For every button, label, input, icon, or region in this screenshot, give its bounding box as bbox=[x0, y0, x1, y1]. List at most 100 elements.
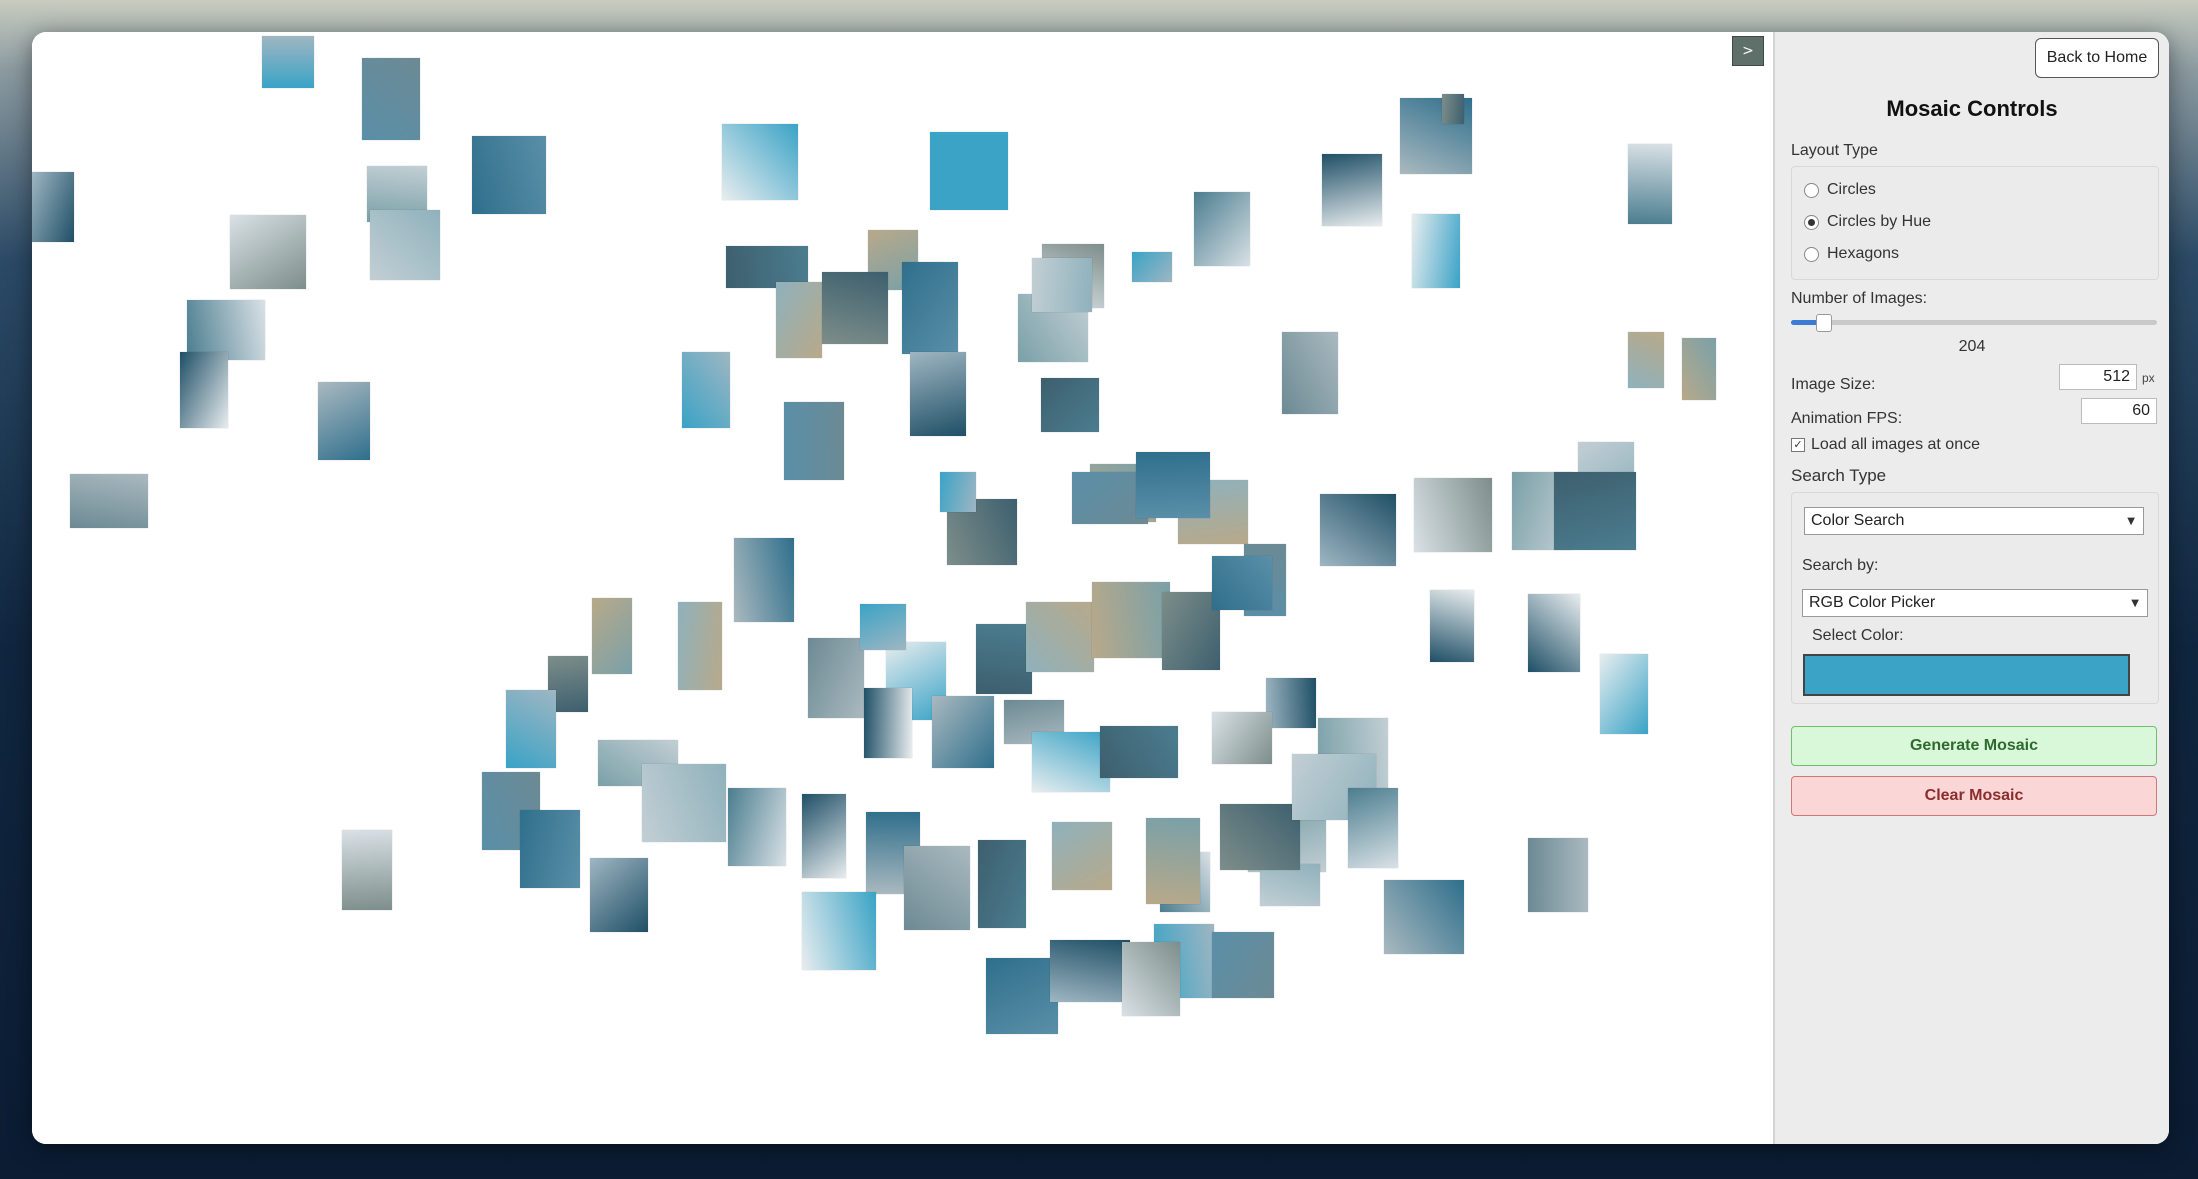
mosaic-thumbnail[interactable] bbox=[187, 300, 265, 360]
mosaic-thumbnail[interactable] bbox=[1266, 678, 1316, 728]
mosaic-thumbnail[interactable] bbox=[978, 840, 1026, 928]
mosaic-thumbnail[interactable] bbox=[940, 472, 976, 512]
slider-thumb[interactable] bbox=[1816, 314, 1833, 332]
mosaic-thumbnail[interactable] bbox=[860, 604, 906, 650]
mosaic-thumbnail[interactable] bbox=[1026, 602, 1094, 672]
load-all-checkbox-row[interactable]: ✓ Load all images at once bbox=[1791, 436, 1980, 454]
mosaic-thumbnail[interactable] bbox=[1430, 590, 1474, 662]
mosaic-thumbnail[interactable] bbox=[932, 696, 994, 768]
mosaic-thumbnail[interactable] bbox=[976, 624, 1032, 694]
mosaic-thumbnail[interactable] bbox=[370, 210, 440, 280]
panel-toggle-button[interactable]: > bbox=[1732, 36, 1764, 66]
mosaic-thumbnail[interactable] bbox=[822, 272, 888, 344]
layout-option-hexagons[interactable]: Hexagons bbox=[1804, 245, 1899, 263]
mosaic-thumbnail[interactable] bbox=[910, 352, 966, 436]
mosaic-thumbnail[interactable] bbox=[1554, 472, 1636, 550]
load-all-checkbox[interactable]: ✓ bbox=[1791, 438, 1805, 452]
mosaic-canvas[interactable] bbox=[32, 32, 1773, 1144]
mosaic-thumbnail[interactable] bbox=[734, 538, 794, 622]
mosaic-thumbnail[interactable] bbox=[362, 58, 420, 140]
mosaic-thumbnail[interactable] bbox=[1320, 494, 1396, 566]
mosaic-thumbnail[interactable] bbox=[472, 136, 546, 214]
radio-circles-by-hue[interactable] bbox=[1804, 214, 1819, 230]
color-picker-swatch[interactable] bbox=[1803, 654, 2130, 696]
mosaic-thumbnail[interactable] bbox=[1212, 556, 1272, 610]
mosaic-thumbnail[interactable] bbox=[1412, 214, 1460, 288]
mosaic-thumbnail[interactable] bbox=[1384, 880, 1464, 954]
mosaic-thumbnail[interactable] bbox=[1194, 192, 1250, 266]
mosaic-thumbnail[interactable] bbox=[1322, 154, 1382, 226]
search-type-select[interactable]: Color Search ▼ bbox=[1804, 507, 2144, 535]
mosaic-thumbnail[interactable] bbox=[590, 858, 648, 932]
mosaic-thumbnail[interactable] bbox=[1122, 942, 1180, 1016]
mosaic-thumbnail[interactable] bbox=[1146, 818, 1200, 904]
layout-option-label: Circles by Hue bbox=[1827, 213, 1932, 230]
mosaic-thumbnail[interactable] bbox=[1414, 478, 1492, 552]
mosaic-thumbnail[interactable] bbox=[1132, 252, 1172, 282]
mosaic-thumbnail[interactable] bbox=[808, 638, 864, 718]
fps-input[interactable] bbox=[2081, 398, 2157, 424]
mosaic-thumbnail[interactable] bbox=[776, 282, 822, 358]
mosaic-thumbnail[interactable] bbox=[1628, 144, 1672, 224]
mosaic-thumbnail[interactable] bbox=[864, 688, 912, 758]
mosaic-thumbnail[interactable] bbox=[1032, 258, 1092, 312]
mosaic-thumbnail[interactable] bbox=[986, 958, 1058, 1034]
chevron-down-icon: ▼ bbox=[2131, 598, 2139, 609]
mosaic-thumbnail[interactable] bbox=[1628, 332, 1664, 388]
mosaic-thumbnail[interactable] bbox=[728, 788, 786, 866]
mosaic-thumbnail[interactable] bbox=[1282, 332, 1338, 414]
layout-option-circles[interactable]: Circles bbox=[1804, 181, 1876, 199]
mosaic-thumbnail[interactable] bbox=[1528, 838, 1588, 912]
mosaic-thumbnail[interactable] bbox=[180, 352, 228, 428]
mosaic-thumbnail[interactable] bbox=[506, 690, 556, 768]
mosaic-thumbnail[interactable] bbox=[1052, 822, 1112, 890]
mosaic-thumbnail[interactable] bbox=[722, 124, 798, 200]
num-images-label: Number of Images: bbox=[1791, 290, 1928, 307]
mosaic-thumbnail[interactable] bbox=[1050, 940, 1130, 1002]
mosaic-thumbnail[interactable] bbox=[1682, 338, 1716, 400]
mosaic-thumbnail[interactable] bbox=[1528, 594, 1580, 672]
mosaic-thumbnail[interactable] bbox=[802, 892, 876, 970]
mosaic-thumbnail[interactable] bbox=[592, 598, 632, 674]
search-by-select[interactable]: RGB Color Picker ▼ bbox=[1802, 589, 2148, 617]
mosaic-thumbnail[interactable] bbox=[802, 794, 846, 878]
select-color-label: Select Color: bbox=[1812, 627, 1904, 644]
mosaic-thumbnail[interactable] bbox=[1220, 804, 1300, 870]
mosaic-thumbnail[interactable] bbox=[904, 846, 970, 930]
mosaic-thumbnail[interactable] bbox=[1260, 864, 1320, 906]
mosaic-thumbnail[interactable] bbox=[1600, 654, 1648, 734]
mosaic-thumbnail[interactable] bbox=[1100, 726, 1178, 778]
mosaic-thumbnail[interactable] bbox=[342, 830, 392, 910]
mosaic-thumbnail[interactable] bbox=[262, 36, 314, 88]
layout-option-circles-by-hue[interactable]: Circles by Hue bbox=[1804, 213, 1931, 231]
mosaic-thumbnail[interactable] bbox=[520, 810, 580, 888]
mosaic-thumbnail[interactable] bbox=[1442, 94, 1464, 124]
mosaic-thumbnail[interactable] bbox=[70, 474, 148, 528]
back-to-home-button[interactable]: Back to Home bbox=[2035, 38, 2159, 78]
num-images-slider[interactable] bbox=[1791, 314, 2157, 332]
search-type-label: Search Type bbox=[1791, 466, 1887, 485]
radio-hexagons[interactable] bbox=[1804, 246, 1819, 262]
mosaic-thumbnail[interactable] bbox=[784, 402, 844, 480]
mosaic-thumbnail[interactable] bbox=[1212, 712, 1272, 764]
mosaic-thumbnail[interactable] bbox=[1092, 582, 1170, 658]
mosaic-thumbnail[interactable] bbox=[678, 602, 722, 690]
clear-mosaic-button[interactable]: Clear Mosaic bbox=[1791, 776, 2157, 816]
mosaic-thumbnail[interactable] bbox=[230, 215, 306, 289]
layout-type-group: Circles Circles by Hue Hexagons bbox=[1791, 166, 2159, 280]
mosaic-controls-panel: Back to Home Mosaic Controls Layout Type… bbox=[1773, 32, 2169, 1144]
mosaic-thumbnail[interactable] bbox=[318, 382, 370, 460]
mosaic-thumbnail[interactable] bbox=[32, 172, 74, 242]
image-size-input[interactable] bbox=[2059, 364, 2137, 390]
mosaic-thumbnail[interactable] bbox=[642, 764, 726, 842]
mosaic-thumbnail[interactable] bbox=[902, 262, 958, 354]
mosaic-thumbnail[interactable] bbox=[1136, 452, 1210, 518]
mosaic-thumbnail[interactable] bbox=[1032, 732, 1110, 792]
mosaic-thumbnail[interactable] bbox=[1041, 378, 1099, 432]
mosaic-thumbnail[interactable] bbox=[1348, 788, 1398, 868]
radio-circles[interactable] bbox=[1804, 182, 1819, 198]
fps-label: Animation FPS: bbox=[1791, 410, 1903, 427]
generate-mosaic-button[interactable]: Generate Mosaic bbox=[1791, 726, 2157, 766]
mosaic-thumbnail[interactable] bbox=[1212, 932, 1274, 998]
mosaic-thumbnail[interactable] bbox=[682, 352, 730, 428]
